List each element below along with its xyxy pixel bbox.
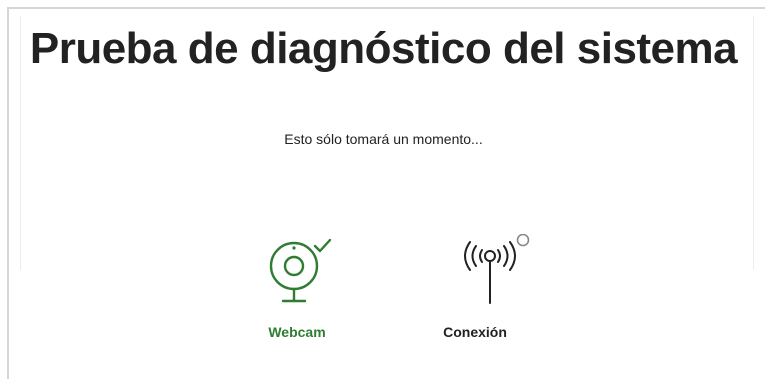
- page-title: Prueba de diagnóstico del sistema: [29, 24, 738, 73]
- connection-label: Conexión: [443, 324, 507, 340]
- antenna-icon: [464, 234, 530, 304]
- spinner-icon: [516, 234, 530, 247]
- webcam-check: Webcam: [227, 234, 367, 340]
- webcam-label: Webcam: [268, 324, 326, 340]
- window-top-border: [7, 7, 765, 9]
- page-subtitle: Esto sólo tomará un momento...: [284, 131, 483, 147]
- connection-check: Conexión: [405, 234, 545, 340]
- checkmark-icon: [313, 238, 332, 253]
- webcam-icon: [269, 238, 332, 303]
